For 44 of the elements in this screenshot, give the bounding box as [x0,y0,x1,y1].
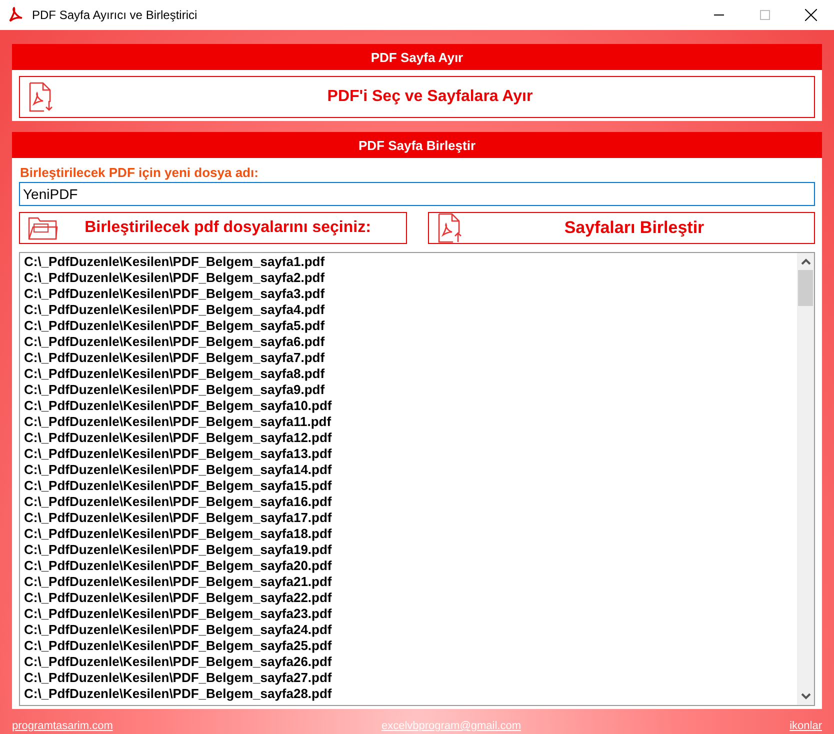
file-list-item[interactable]: C:\_PdfDuzenle\Kesilen\PDF_Belgem_sayfa3.pdf [24,286,793,302]
file-list-item[interactable]: C:\_PdfDuzenle\Kesilen\PDF_Belgem_sayfa8.pdf [24,366,793,382]
section-header: PDF Sayfa Ayır [12,44,822,70]
close-icon[interactable] [805,9,817,21]
filename-label: Birleştirilecek PDF için yeni dosya adı: [20,165,260,180]
file-list-item[interactable]: C:\_PdfDuzenle\Kesilen\PDF_Belgem_sayfa14.pdf [24,462,793,478]
file-list-item[interactable]: C:\_PdfDuzenle\Kesilen\PDF_Belgem_sayfa18.pdf [24,526,793,542]
file-list-item[interactable]: C:\_PdfDuzenle\Kesilen\PDF_Belgem_sayfa24.pdf [24,622,793,638]
file-list-item[interactable]: C:\_PdfDuzenle\Kesilen\PDF_Belgem_sayfa1.pdf [24,254,793,270]
file-list-item[interactable]: C:\_PdfDuzenle\Kesilen\PDF_Belgem_sayfa25.pdf [24,638,793,654]
file-list-item[interactable]: C:\_PdfDuzenle\Kesilen\PDF_Belgem_sayfa22.pdf [24,590,793,606]
file-list-item[interactable]: C:\_PdfDuzenle\Kesilen\PDF_Belgem_sayfa17.pdf [24,510,793,526]
file-list-item[interactable]: C:\_PdfDuzenle\Kesilen\PDF_Belgem_sayfa6.pdf [24,334,793,350]
folder-icon [28,215,58,241]
file-list-item[interactable]: C:\_PdfDuzenle\Kesilen\PDF_Belgem_sayfa16.pdf [24,494,793,510]
split-pdf-button[interactable]: PDF'i Seç ve Sayfalara Ayır [19,76,815,118]
file-list-item[interactable]: C:\_PdfDuzenle\Kesilen\PDF_Belgem_sayfa15.pdf [24,478,793,494]
scrollbar[interactable] [797,253,814,705]
file-list-item[interactable]: C:\_PdfDuzenle\Kesilen\PDF_Belgem_sayfa19.pdf [24,542,793,558]
file-list-item[interactable]: C:\_PdfDuzenle\Kesilen\PDF_Belgem_sayfa11.pdf [24,414,793,430]
file-list-item[interactable]: C:\_PdfDuzenle\Kesilen\PDF_Belgem_sayfa13.pdf [24,446,793,462]
file-list[interactable] [19,252,815,706]
file-list-item[interactable]: C:\_PdfDuzenle\Kesilen\PDF_Belgem_sayfa5.pdf [24,318,793,334]
file-list-item[interactable]: C:\_PdfDuzenle\Kesilen\PDF_Belgem_sayfa21.pdf [24,574,793,590]
select-files-button[interactable]: Birleştirilecek pdf dosyalarını seçiniz: [19,212,406,244]
file-list-item[interactable]: C:\_PdfDuzenle\Kesilen\PDF_Belgem_sayfa10.pdf [24,398,793,414]
section-header: PDF Sayfa Birleştir [12,132,822,158]
file-list-item[interactable]: C:\_PdfDuzenle\Kesilen\PDF_Belgem_sayfa12.pdf [24,430,793,446]
file-list-item[interactable]: C:\_PdfDuzenle\Kesilen\PDF_Belgem_sayfa23.pdf [24,606,793,622]
file-list-item[interactable]: C:\_PdfDuzenle\Kesilen\PDF_Belgem_sayfa2.pdf [24,270,793,286]
file-list-item[interactable]: C:\_PdfDuzenle\Kesilen\PDF_Belgem_sayfa28.pdf [24,686,793,702]
file-list-item[interactable]: C:\_PdfDuzenle\Kesilen\PDF_Belgem_sayfa7.pdf [24,350,793,366]
app-logo-icon [8,7,24,23]
window-title: PDF Sayfa Ayırıcı ve Birleştirici [32,8,198,22]
merge-button[interactable]: Sayfaları Birleştir [428,212,815,244]
file-list-item[interactable]: C:\_PdfDuzenle\Kesilen\PDF_Belgem_sayfa9.pdf [24,382,793,398]
pdf-download-icon [28,82,54,112]
file-list-item[interactable]: C:\_PdfDuzenle\Kesilen\PDF_Belgem_sayfa27.pdf [24,670,793,686]
filename-input[interactable]: YeniPDF [19,182,815,206]
pdf-upload-icon [436,213,462,243]
scrollbar-thumb[interactable] [798,270,813,306]
file-list-item[interactable]: C:\_PdfDuzenle\Kesilen\PDF_Belgem_sayfa20.pdf [24,558,793,574]
file-list-item[interactable]: C:\_PdfDuzenle\Kesilen\PDF_Belgem_sayfa4.pdf [24,302,793,318]
file-list-item[interactable]: C:\_PdfDuzenle\Kesilen\PDF_Belgem_sayfa26.pdf [24,654,793,670]
